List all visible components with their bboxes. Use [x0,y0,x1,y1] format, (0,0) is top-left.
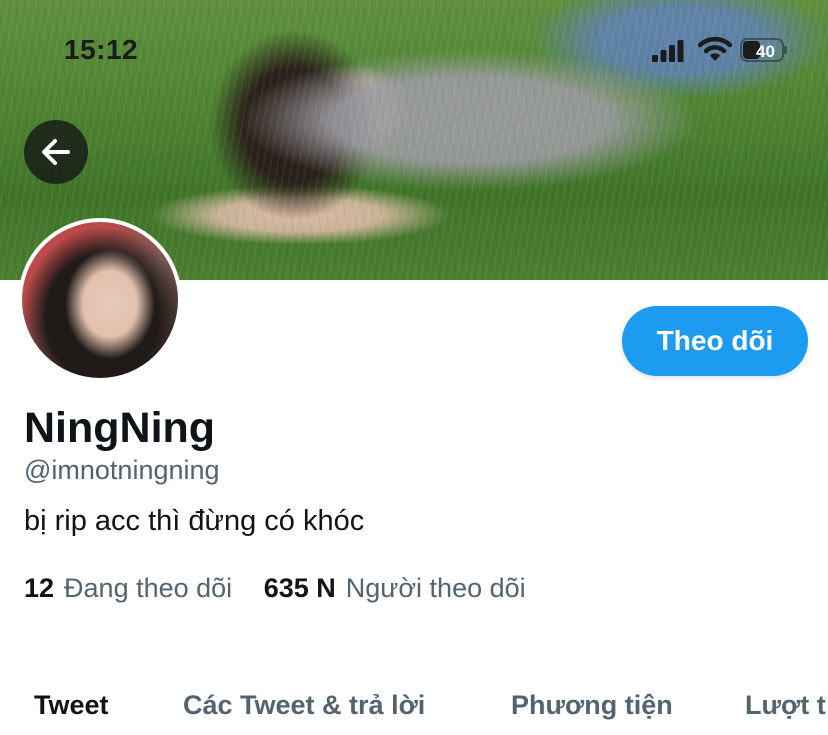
followers-stat-link[interactable]: 635 N Người theo dõi [264,573,526,603]
profile-avatar[interactable] [18,218,182,382]
battery-icon: 40 [740,38,787,62]
following-count: 12 [24,573,55,603]
followers-label: Người theo dõi [345,573,526,603]
cellular-signal-icon [652,40,684,62]
profile-tabs: Tweet Các Tweet & trả lời Phương tiện Lư… [0,690,828,735]
followers-count: 635 N [263,573,336,603]
profile-handle: @imnotningning [24,455,220,485]
following-stat-link[interactable]: 12 Đang theo dõi [24,573,232,603]
profile-bio: bị rip acc thì đừng có khóc [24,505,365,537]
profile-stats: 12 Đang theo dõi 635 N Người theo dõi [24,573,550,604]
tab-tweets[interactable]: Tweet [34,690,109,721]
status-bar-time: 15:12 [64,34,139,65]
tab-likes[interactable]: Lượt t [745,690,826,721]
follow-button[interactable]: Theo dõi [622,306,808,376]
profile-display-name: NingNing [24,404,216,452]
back-button[interactable] [24,120,88,184]
tab-media[interactable]: Phương tiện [511,690,673,721]
following-label: Đang theo dõi [64,573,233,603]
wifi-icon [698,36,732,61]
tab-tweets-and-replies[interactable]: Các Tweet & trả lời [183,690,425,721]
battery-level-text: 40 [756,42,775,61]
arrow-left-icon [42,139,70,165]
